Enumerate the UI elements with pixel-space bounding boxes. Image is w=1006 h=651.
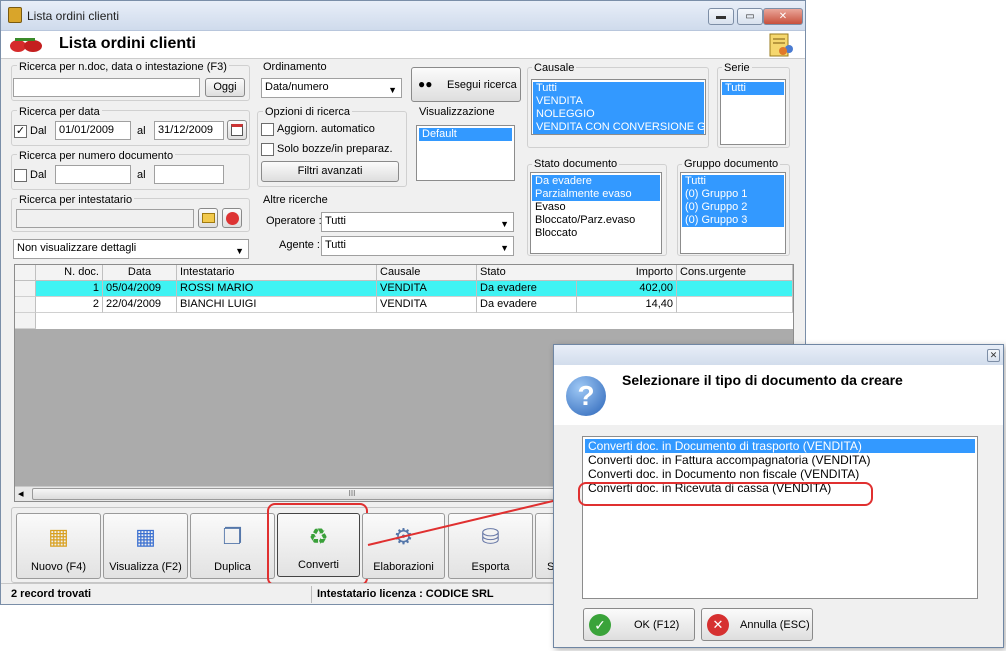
dialog-title: Selezionare il tipo di documento da crea… — [622, 372, 903, 388]
list-item[interactable]: Converti doc. in Documento non fiscale (… — [585, 467, 975, 481]
document-type-listbox[interactable]: Converti doc. in Documento di trasporto … — [582, 436, 978, 599]
checkmark-icon: ✓ — [589, 614, 611, 636]
receipt-option-highlight — [578, 482, 873, 506]
ok-button[interactable]: ✓ OK (F12) — [583, 608, 695, 641]
list-item[interactable]: Converti doc. in Fattura accompagnatoria… — [585, 453, 975, 467]
dialog-close-button[interactable]: ✕ — [987, 349, 1000, 362]
ok-button-label: OK (F12) — [634, 619, 680, 631]
list-item[interactable]: Converti doc. in Documento di trasporto … — [585, 439, 975, 453]
cancel-button[interactable]: ✕ Annulla (ESC) — [701, 608, 813, 641]
document-type-dialog: ✕ ? Selezionare il tipo di documento da … — [553, 344, 1004, 648]
dialog-titlebar[interactable] — [554, 345, 1003, 365]
question-icon: ? — [566, 376, 606, 416]
cancel-button-label: Annulla (ESC) — [740, 619, 810, 631]
cancel-icon: ✕ — [707, 614, 729, 636]
